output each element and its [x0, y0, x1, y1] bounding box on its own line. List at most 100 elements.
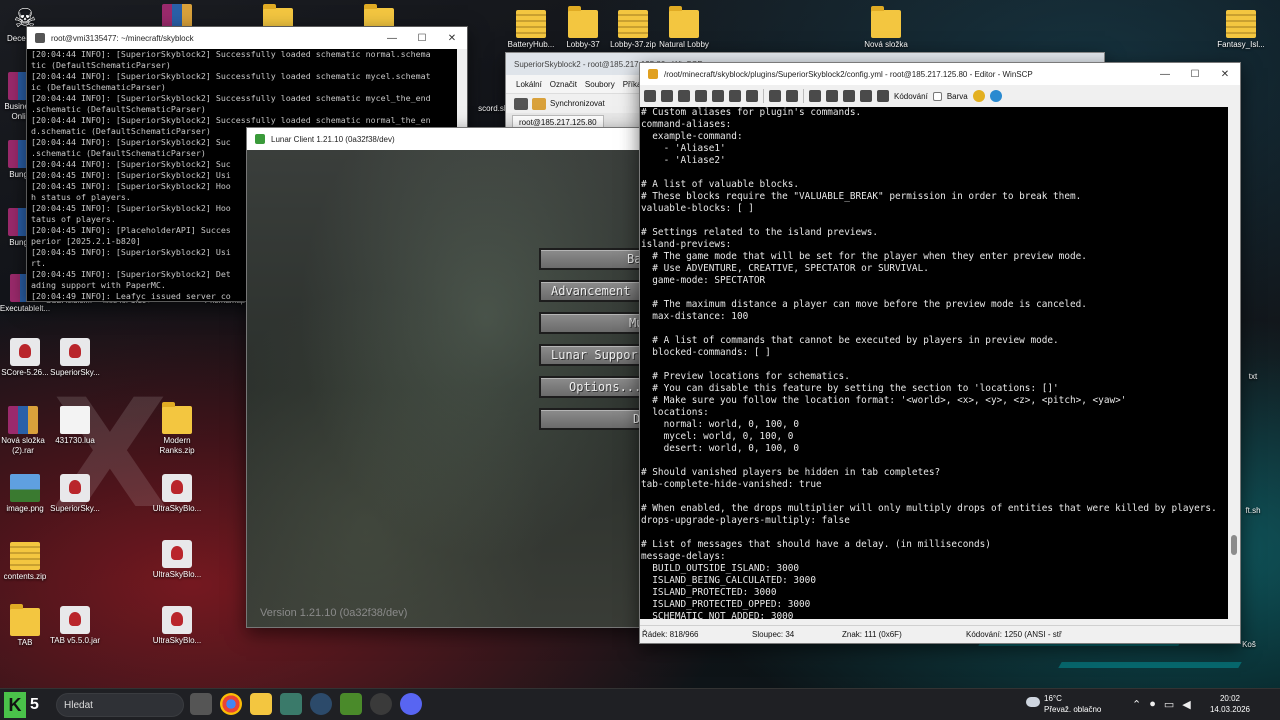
desktop-icon-contents-zip[interactable]: contents.zip: [0, 542, 56, 582]
editor-content[interactable]: # Custom aliases for plugin's commands. c…: [641, 107, 1217, 619]
zip-folder-icon: [516, 10, 546, 38]
terminal-line: [20:04:44 INFO]: [SuperiorSkyblock2] Suc…: [31, 115, 431, 125]
desktop-icon-modern-ranks[interactable]: Modern Ranks.zip: [146, 402, 208, 456]
toolbar-icon[interactable]: [514, 97, 528, 110]
editor-line: valuable-blocks: [ ]: [641, 203, 754, 214]
menu-button-lunar-support[interactable]: Lunar Suppor: [539, 344, 645, 366]
find-next-icon[interactable]: [843, 90, 855, 102]
rar-archive-icon: [8, 406, 38, 434]
desktop-icon-ultrasky-3[interactable]: UltraSkyBlo...: [146, 606, 208, 646]
editor-text-area[interactable]: # Custom aliases for plugin's commands. c…: [640, 107, 1230, 619]
folder-icon: [871, 6, 901, 38]
editor-line: # Use ADVENTURE, CREATIVE, SPECTATOR or …: [641, 263, 929, 274]
desktop-icon-superiorsky-1[interactable]: SuperiorSky...: [44, 338, 106, 378]
color-checkbox-icon[interactable]: [932, 91, 942, 101]
menu-mark[interactable]: Označit: [550, 80, 577, 89]
delete-icon[interactable]: [729, 90, 741, 102]
taskbar-clock[interactable]: 20:02 14.03.2026: [1208, 693, 1252, 715]
desktop-icon-ultrasky-1[interactable]: UltraSkyBlo...: [146, 474, 208, 514]
copy-icon[interactable]: [678, 90, 690, 102]
synchronize-button[interactable]: Synchronizovat: [550, 99, 605, 108]
help-icon[interactable]: [989, 90, 1002, 102]
winscp-editor-window[interactable]: /root/minecraft/skyblock/plugins/Superio…: [639, 62, 1241, 644]
weather-widget[interactable]: 16°C Převaž. oblačno: [1026, 693, 1101, 715]
menu-button-back[interactable]: Ba: [539, 248, 645, 270]
editor-line: # The game mode that will be set for the…: [641, 251, 1087, 262]
editor-line: mycel: world, 0, 100, 0: [641, 431, 794, 442]
terminal-line: tic (DefaultSchematicParser): [31, 60, 171, 70]
network-icon[interactable]: ▭: [1164, 698, 1174, 711]
redo-icon[interactable]: [786, 90, 798, 102]
desktop-icon-superiorsky-2[interactable]: SuperiorSky...: [44, 474, 106, 514]
desktop-icon-tab-jar[interactable]: TAB v5.5.0.jar: [44, 606, 106, 646]
maximize-button[interactable]: ☐: [1180, 63, 1210, 85]
desktop-icon-natural-lobby[interactable]: Natural Lobby: [653, 6, 715, 50]
discord-icon[interactable]: [400, 693, 422, 715]
volume-icon[interactable]: ◀: [1182, 698, 1190, 711]
lunar-client-icon[interactable]: [370, 693, 392, 715]
minecraft-icon[interactable]: [340, 693, 362, 715]
folder-icon: [669, 6, 699, 38]
undo-icon[interactable]: [769, 90, 781, 102]
menu-button-options[interactable]: Options...: [539, 376, 645, 398]
lunar-titlebar[interactable]: Lunar Client 1.21.10 (0a32f38/dev): [247, 128, 645, 150]
taskbar-search[interactable]: Hledat: [56, 693, 184, 717]
cut-icon[interactable]: [695, 90, 707, 102]
desktop-icon-fantasy-isl[interactable]: Fantasy_Isl...: [1210, 10, 1272, 50]
editor-icon: [648, 69, 658, 79]
chrome-icon[interactable]: [220, 693, 242, 715]
editor-line: message-delays:: [641, 551, 726, 562]
color-menu[interactable]: Barva: [947, 92, 968, 101]
minimize-button[interactable]: —: [1150, 63, 1180, 85]
microphone-icon[interactable]: ●: [1149, 698, 1156, 711]
system-tray: ⌃ ● ▭ ◀: [1132, 698, 1191, 711]
editor-line: BUILD_OUTSIDE_ISLAND: 3000: [641, 563, 800, 574]
editor-line: desert: world, 0, 100, 0: [641, 443, 800, 454]
task-view-icon[interactable]: [190, 693, 212, 715]
maximize-button[interactable]: ☐: [407, 27, 437, 49]
paste-icon[interactable]: [712, 90, 724, 102]
cloud-icon: [1026, 697, 1040, 707]
close-button[interactable]: ✕: [437, 27, 467, 49]
folder-icon: [10, 604, 40, 636]
goto-line-icon[interactable]: [860, 90, 872, 102]
editor-line: example-command:: [641, 131, 743, 142]
close-button[interactable]: ✕: [1210, 63, 1240, 85]
save-icon[interactable]: [644, 90, 656, 102]
desktop-icon-lua[interactable]: 431730.lua: [44, 406, 106, 446]
scrollbar-thumb[interactable]: [1231, 535, 1237, 555]
menu-button-multiplayer[interactable]: Mu: [539, 312, 645, 334]
encoding-menu[interactable]: Kódování: [894, 92, 928, 101]
chevron-up-icon[interactable]: ⌃: [1132, 698, 1141, 711]
putty-titlebar[interactable]: root@vmi3135477: ~/minecraft/skyblock — …: [27, 27, 467, 49]
window-title: root@vmi3135477: ~/minecraft/skyblock: [51, 33, 194, 43]
steam-icon[interactable]: [310, 693, 332, 715]
desktop-icon-ultrasky-2[interactable]: UltraSkyBlo...: [146, 540, 208, 580]
menu-button-disconnect[interactable]: D: [539, 408, 645, 430]
version-label: Version 1.21.10 (0a32f38/dev): [260, 607, 408, 619]
menu-files[interactable]: Soubory: [585, 80, 615, 89]
taskbar: K5 Hledat 16°C Převaž. oblačno ⌃ ● ▭ ◀ 2…: [0, 688, 1280, 720]
editor-titlebar[interactable]: /root/minecraft/skyblock/plugins/Superio…: [640, 63, 1240, 85]
lunar-client-window[interactable]: Lunar Client 1.21.10 (0a32f38/dev) Ba Ad…: [246, 127, 646, 628]
start-button[interactable]: K5: [4, 690, 52, 720]
editor-line: locations:: [641, 407, 709, 418]
folder-sync-icon[interactable]: [532, 97, 546, 110]
menu-local[interactable]: Lokální: [516, 80, 542, 89]
desktop-icon-nova-slozka[interactable]: Nová složka: [855, 6, 917, 50]
save-all-icon[interactable]: [661, 90, 673, 102]
menu-button-advancements[interactable]: Advancement: [539, 280, 645, 302]
reload-icon[interactable]: [877, 90, 889, 102]
gear-icon[interactable]: [972, 90, 985, 102]
file-explorer-icon[interactable]: [250, 693, 272, 715]
editor-line: # Should vanished players be hidden in t…: [641, 467, 941, 478]
editor-vertical-scrollbar[interactable]: [1228, 107, 1240, 619]
replace-icon[interactable]: [826, 90, 838, 102]
find-icon[interactable]: [809, 90, 821, 102]
minimize-button[interactable]: —: [377, 27, 407, 49]
winscp-icon[interactable]: [280, 693, 302, 715]
select-all-icon[interactable]: [746, 90, 758, 102]
terminal-line: [20:04:44 INFO]: [SuperiorSkyblock2] Suc…: [31, 71, 431, 81]
editor-status-bar: Řádek: 818/966 Sloupec: 34 Znak: 111 (0x…: [640, 625, 1240, 643]
